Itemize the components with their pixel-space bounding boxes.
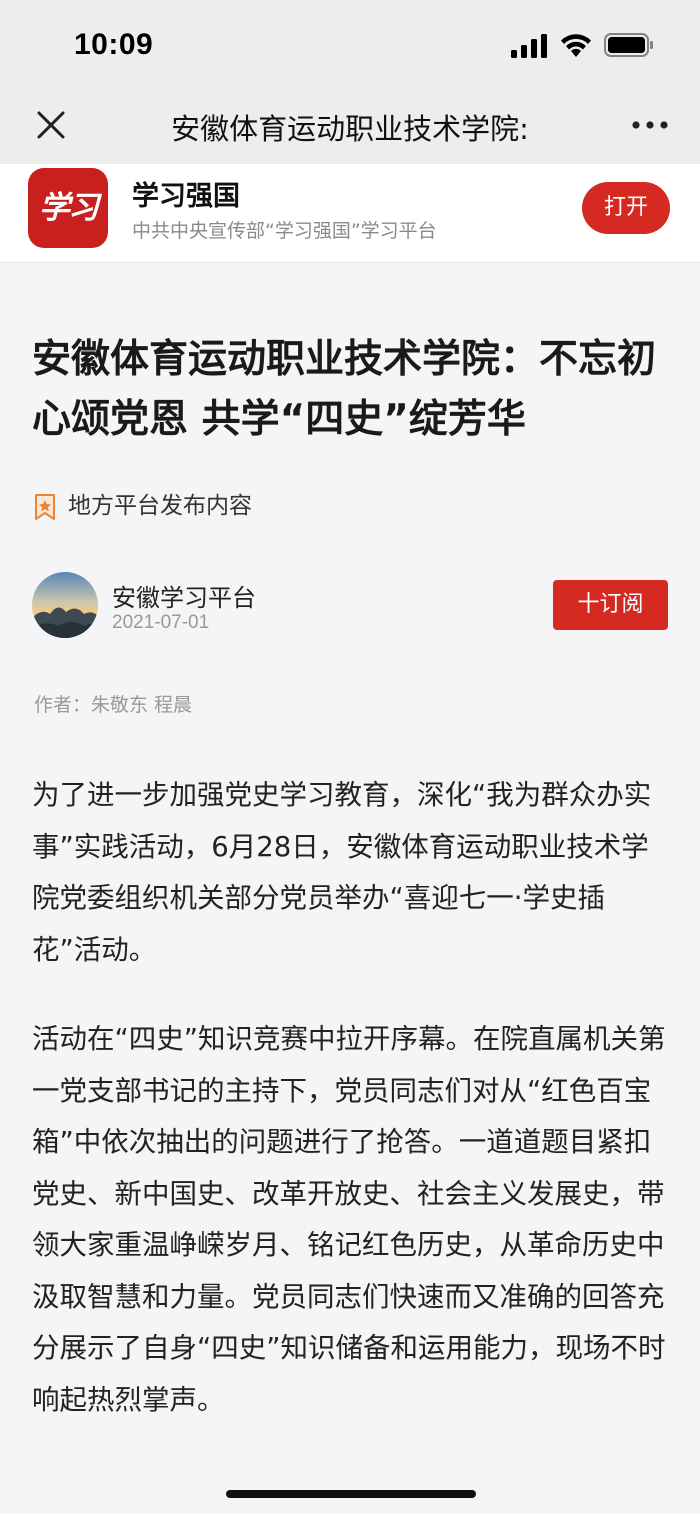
app-download-banner: 学习 学习强国 中共中央宣传部“学习强国”学习平台 打开 [0, 164, 700, 263]
status-bar: 10:09 [0, 0, 700, 92]
channel-avatar[interactable] [32, 572, 98, 638]
app-name: 学习强国 [132, 181, 240, 212]
app-logo: 学习 [28, 168, 108, 248]
home-indicator[interactable] [226, 1490, 476, 1498]
subscribe-button[interactable]: 十订阅 [553, 580, 668, 630]
channel-name[interactable]: 安徽学习平台 [112, 578, 256, 613]
wifi-icon [561, 34, 591, 57]
title-bar: 安徽体育运动职业技术学院: [0, 92, 700, 164]
open-app-button[interactable]: 打开 [582, 182, 670, 234]
star-badge-icon [35, 493, 55, 520]
article-paragraph: 活动在“四史”知识竞赛中拉开序幕。在院直属机关第一党支部书记的主持下，党员同志们… [32, 1023, 666, 1416]
source-tag-label: 地方平台发布内容 [68, 493, 252, 519]
app-description: 中共中央宣传部“学习强国”学习平台 [132, 220, 437, 242]
status-time: 10:09 [74, 28, 154, 61]
article-title: 安徽体育运动职业技术学院：不忘初心颂党恩 共学“四史”绽芳华 [32, 337, 657, 442]
battery-icon [604, 33, 653, 57]
signal-icon [511, 34, 547, 58]
publish-date: 2021-07-01 [112, 612, 210, 633]
mountain-landscape-image [32, 572, 98, 638]
app-logo-text: 学习 [39, 190, 99, 226]
source-tag: 地方平台发布内容 [34, 486, 252, 521]
page-title: 安徽体育运动职业技术学院: [0, 106, 700, 155]
author-byline: 作者：朱敬东 程晨 [34, 694, 193, 716]
article-paragraph: 为了进一步加强党史学习教育，深化“我为群众办实事”实践活动，6月28日，安徽体育… [32, 779, 652, 966]
page-title-text: 安徽体育运动职业技术学院: [171, 112, 529, 146]
more-icon[interactable] [630, 118, 670, 132]
